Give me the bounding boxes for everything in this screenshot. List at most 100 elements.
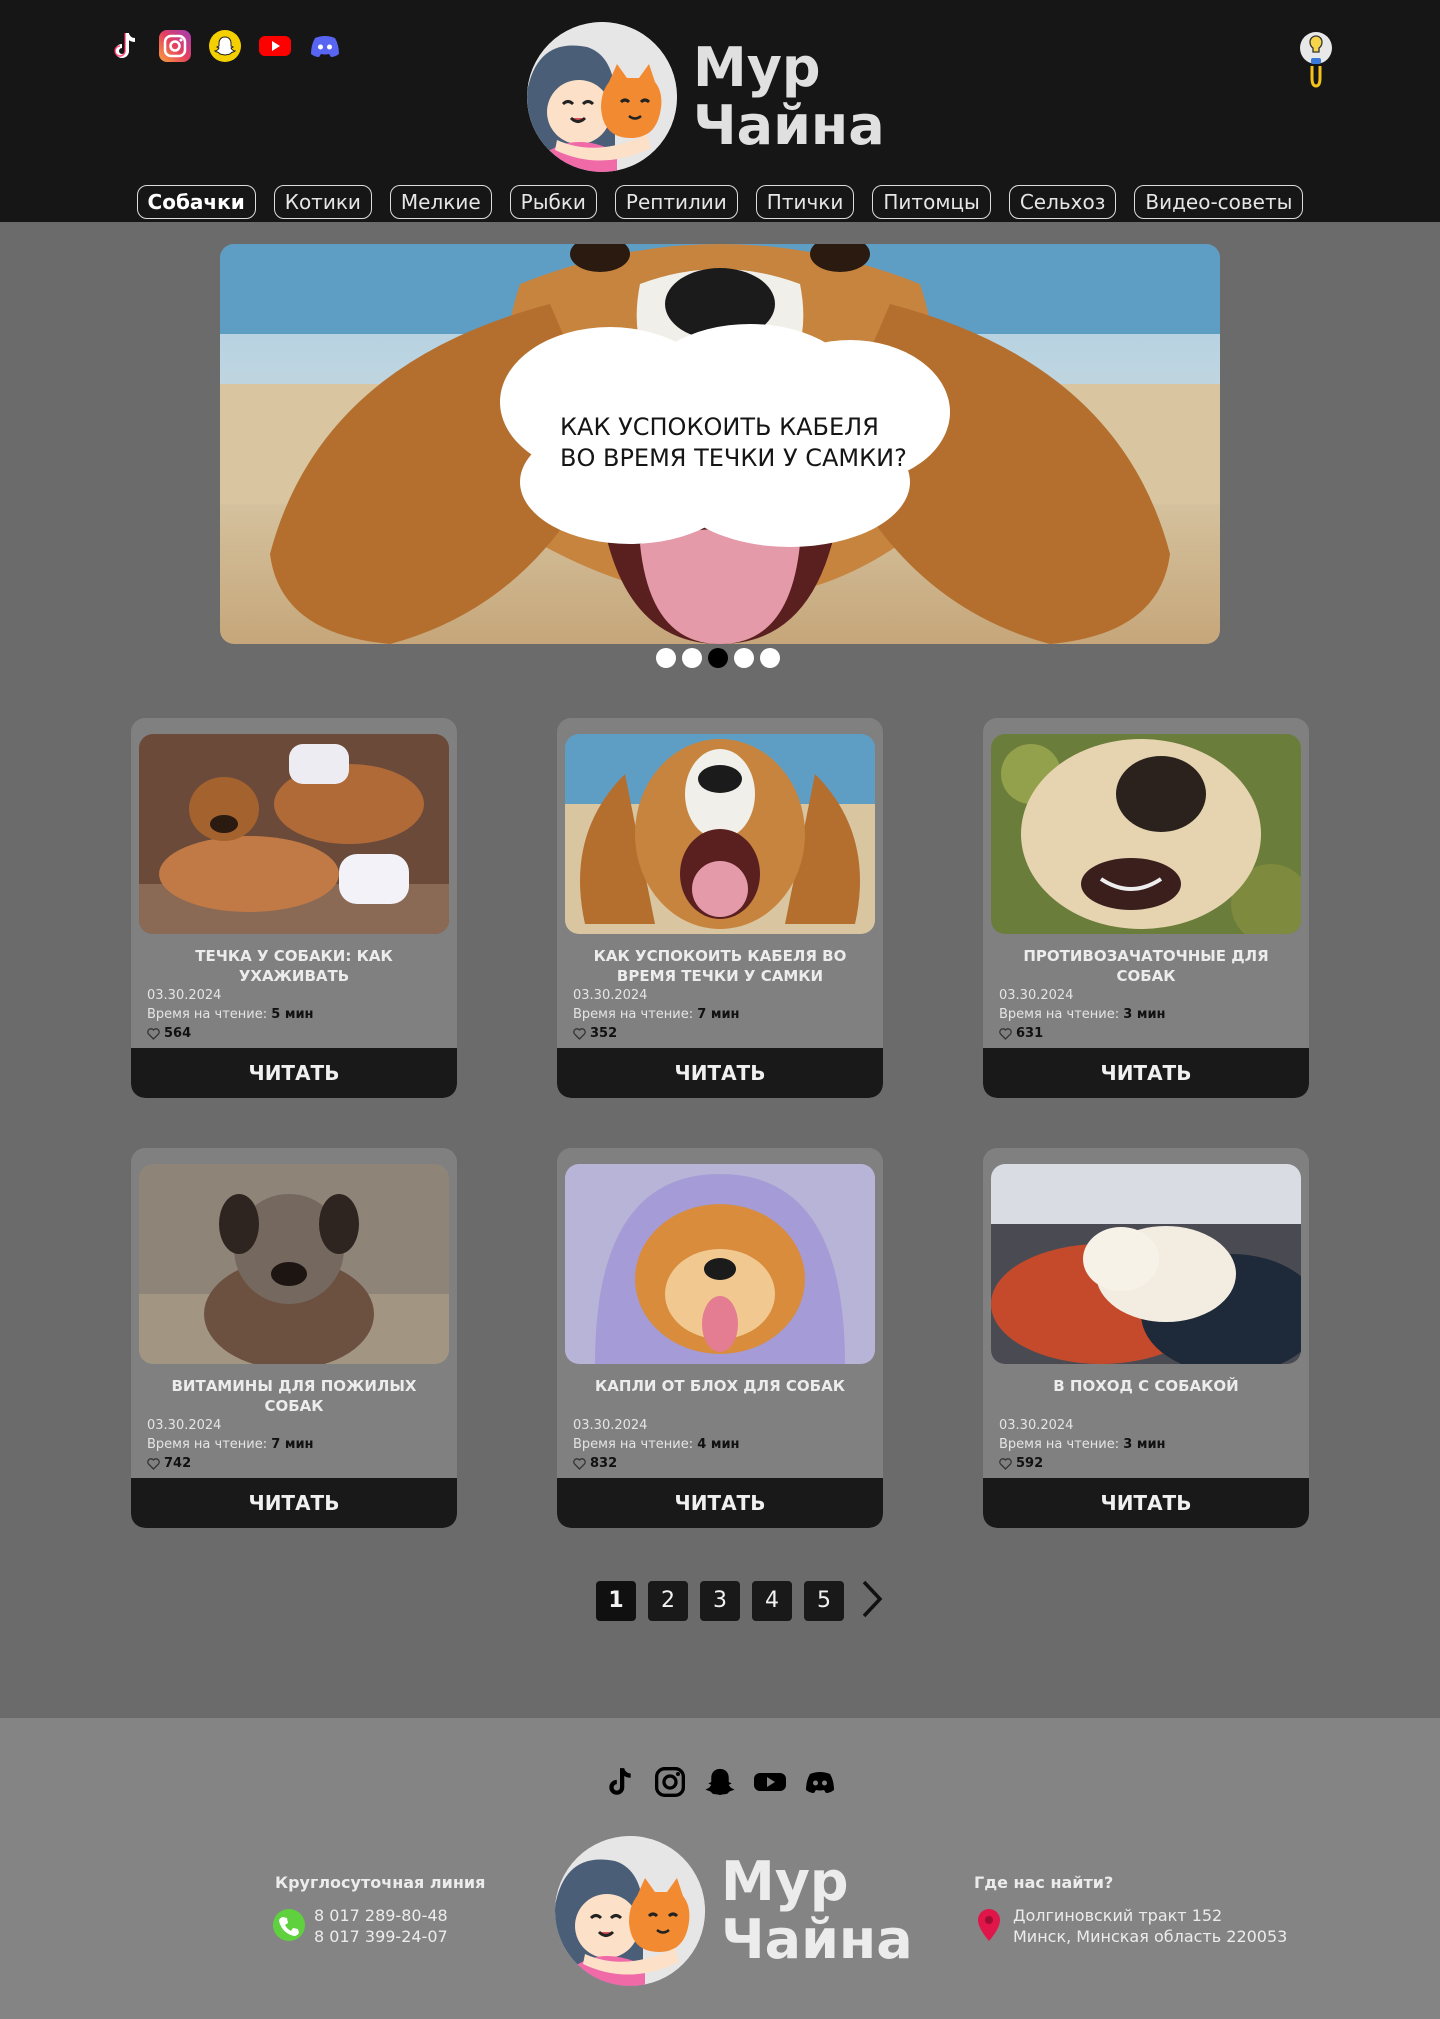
article-card[interactable]: КАПЛИ ОТ БЛОХ ДЛЯ СОБАК 03.30.2024 Время н… [557, 1148, 883, 1528]
instagram-icon[interactable] [654, 1766, 686, 1798]
address-line-2[interactable]: Минск, Минская область 220053 [1013, 1926, 1287, 1947]
map-pin-icon [978, 1909, 1000, 1941]
snapchat-icon[interactable] [704, 1766, 736, 1798]
nav-tab-7[interactable]: Сельхоз [1008, 185, 1117, 219]
read-button[interactable]: ЧИТАТЬ [983, 1048, 1309, 1098]
phone-number-2[interactable]: 8 017 399-24-07 [314, 1926, 448, 1947]
read-button[interactable]: ЧИТАТЬ [983, 1478, 1309, 1528]
article-image[interactable] [991, 734, 1301, 934]
nav-tab-1[interactable]: Котики [273, 185, 372, 219]
article-card[interactable]: КАК УСПОКОИТЬ КАБЕЛЯ ВО ВРЕМЯ ТЕЧКИ У СА… [557, 718, 883, 1098]
hero-headline: КАК УСПОКОИТЬ КАБЕЛЯ ВО ВРЕМЯ ТЕЧКИ У СА… [560, 412, 940, 474]
logo-mascot-icon [527, 22, 677, 172]
article-read-time: Время на чтение: 7 мин [573, 1005, 740, 1024]
likes-count: 352 [590, 1026, 618, 1041]
article-date: 03.30.2024 [147, 988, 222, 1003]
carousel-dot[interactable] [760, 648, 780, 668]
read-time-label: Время на чтение: [999, 1007, 1124, 1022]
chevron-right-icon[interactable] [856, 1578, 886, 1624]
hero-headline-line-1: КАК УСПОКОИТЬ КАБЕЛЯ [560, 413, 879, 441]
article-image[interactable] [991, 1164, 1301, 1364]
read-button[interactable]: ЧИТАТЬ [557, 1048, 883, 1098]
heart-icon [573, 1457, 586, 1470]
article-date: 03.30.2024 [999, 988, 1074, 1003]
article-read-time: Время на чтение: 7 мин [147, 1435, 314, 1454]
read-button[interactable]: ЧИТАТЬ [131, 1478, 457, 1528]
article-title[interactable]: ТЕЧКА У СОБАКИ: КАК УХАЖИВАТЬ [141, 946, 447, 986]
article-likes: 631 [999, 1024, 1166, 1043]
pagination: 12345 [596, 1578, 886, 1624]
article-likes: 832 [573, 1454, 740, 1473]
discord-icon[interactable] [804, 1766, 836, 1798]
page-button-5[interactable]: 5 [804, 1581, 844, 1621]
article-card[interactable]: ТЕЧКА У СОБАКИ: КАК УХАЖИВАТЬ 03.30.2024 В… [131, 718, 457, 1098]
nav-tab-4[interactable]: Рептилии [614, 185, 738, 219]
article-title[interactable]: В ПОХОД С СОБАКОЙ [993, 1376, 1299, 1396]
youtube-icon[interactable] [259, 30, 291, 62]
article-title[interactable]: ПРОТИВОЗАЧАТОЧНЫЕ ДЛЯ СОБАК [993, 946, 1299, 986]
carousel-dot[interactable] [682, 648, 702, 668]
nav-tab-0[interactable]: Собачки [136, 185, 256, 219]
article-image[interactable] [139, 1164, 449, 1364]
article-image[interactable] [139, 734, 449, 934]
instagram-icon[interactable] [159, 30, 191, 62]
article-card[interactable]: В ПОХОД С СОБАКОЙ 03.30.2024 Время на чтен… [983, 1148, 1309, 1528]
tiktok-icon[interactable] [109, 30, 141, 62]
read-button[interactable]: ЧИТАТЬ [557, 1478, 883, 1528]
nav-tab-2[interactable]: Мелкие [389, 185, 492, 219]
article-meta: 03.30.2024 Время на чтение: 7 мин 742 [147, 1416, 314, 1473]
article-date: 03.30.2024 [147, 1418, 222, 1433]
page-button-2[interactable]: 2 [648, 1581, 688, 1621]
article-likes: 352 [573, 1024, 740, 1043]
theme-toggle-lamp-icon[interactable] [1296, 30, 1336, 100]
tiktok-icon[interactable] [604, 1766, 636, 1798]
article-meta: 03.30.2024 Время на чтение: 5 мин 564 [147, 986, 314, 1043]
article-meta: 03.30.2024 Время на чтение: 4 мин 832 [573, 1416, 740, 1473]
likes-count: 631 [1016, 1026, 1044, 1041]
nav-tab-6[interactable]: Питомцы [872, 185, 991, 219]
nav-tab-8[interactable]: Видео-советы [1134, 185, 1304, 219]
address-line-1[interactable]: Долгиновский тракт 152 [1013, 1905, 1222, 1926]
hotline-title: Круглосуточная линия [275, 1873, 486, 1892]
nav-tab-3[interactable]: Рыбки [509, 185, 597, 219]
carousel-dot[interactable] [708, 648, 728, 668]
article-title[interactable]: КАПЛИ ОТ БЛОХ ДЛЯ СОБАК [567, 1376, 873, 1396]
footer-logo[interactable]: Мур Чайна [555, 1836, 913, 1986]
article-meta: 03.30.2024 Время на чтение: 3 мин 592 [999, 1416, 1166, 1473]
read-time-value: 4 мин [697, 1437, 740, 1452]
nav-tab-5[interactable]: Птички [755, 185, 855, 219]
logo-mascot-icon [555, 1836, 705, 1986]
snapchat-icon[interactable] [209, 30, 241, 62]
footer-logo-line-1: Мур [721, 1850, 849, 1913]
page-button-1[interactable]: 1 [596, 1581, 636, 1621]
discord-icon[interactable] [309, 30, 341, 62]
article-meta: 03.30.2024 Время на чтение: 7 мин 352 [573, 986, 740, 1043]
page-button-3[interactable]: 3 [700, 1581, 740, 1621]
article-image[interactable] [565, 1164, 875, 1364]
article-image[interactable] [565, 734, 875, 934]
read-button[interactable]: ЧИТАТЬ [131, 1048, 457, 1098]
category-nav: Собачки Котики Мелкие Рыбки Рептилии Птички Пи… [0, 185, 1440, 219]
carousel-dots [656, 648, 780, 668]
social-links [109, 30, 341, 62]
article-read-time: Время на чтение: 3 мин [999, 1435, 1166, 1454]
youtube-icon[interactable] [754, 1766, 786, 1798]
page-button-4[interactable]: 4 [752, 1581, 792, 1621]
carousel-dot[interactable] [734, 648, 754, 668]
article-card[interactable]: ПРОТИВОЗАЧАТОЧНЫЕ ДЛЯ СОБАК 03.30.2024 Вре… [983, 718, 1309, 1098]
logo-line-2: Чайна [693, 94, 885, 157]
read-time-label: Время на чтение: [999, 1437, 1124, 1452]
article-likes: 564 [147, 1024, 314, 1043]
heart-icon [147, 1027, 160, 1040]
article-read-time: Время на чтение: 5 мин [147, 1005, 314, 1024]
site-logo[interactable]: Мур Чайна [527, 22, 885, 172]
article-title[interactable]: КАК УСПОКОИТЬ КАБЕЛЯ ВО ВРЕМЯ ТЕЧКИ У СА… [567, 946, 873, 986]
phone-number-1[interactable]: 8 017 289-80-48 [314, 1905, 448, 1926]
article-likes: 742 [147, 1454, 314, 1473]
carousel-dot[interactable] [656, 648, 676, 668]
article-title[interactable]: ВИТАМИНЫ ДЛЯ ПОЖИЛЫХ СОБАК [141, 1376, 447, 1416]
footer-logo-line-2: Чайна [721, 1908, 913, 1971]
hero-headline-line-2: ВО ВРЕМЯ ТЕЧКИ У САМКИ? [560, 444, 907, 472]
article-card[interactable]: ВИТАМИНЫ ДЛЯ ПОЖИЛЫХ СОБАК 03.30.2024 Врем… [131, 1148, 457, 1528]
hero-banner[interactable]: КАК УСПОКОИТЬ КАБЕЛЯ ВО ВРЕМЯ ТЕЧКИ У СА… [220, 244, 1220, 644]
